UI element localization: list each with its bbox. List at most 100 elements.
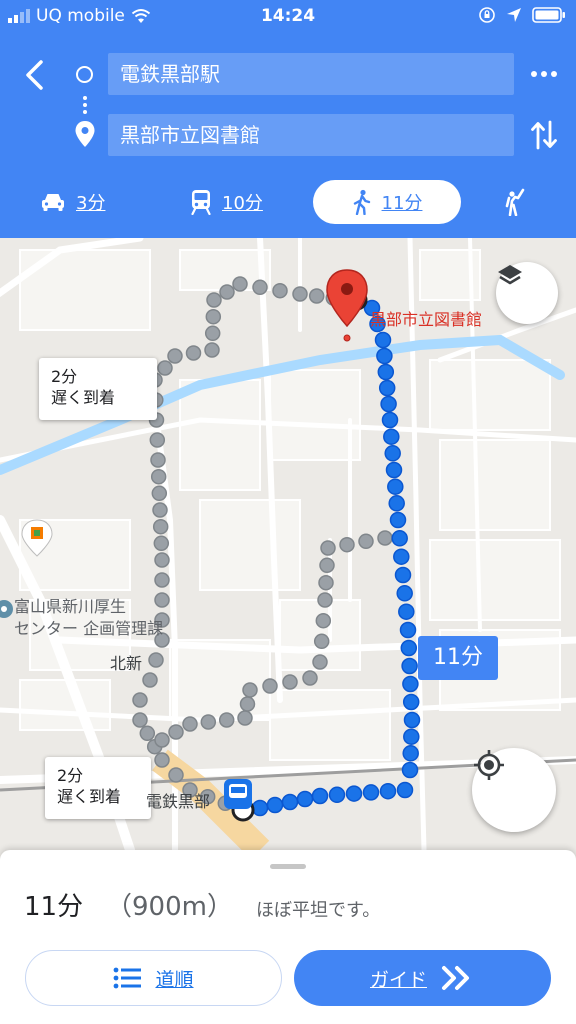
destination-map-label[interactable]: 黒部市立図書館	[370, 306, 482, 330]
route-dot	[399, 621, 417, 639]
list-icon	[114, 967, 142, 989]
map-view[interactable]: 2分 遅く到着 2分 遅く到着 11分 黒部市立図書館 富山県新川厚生 センター…	[0, 238, 576, 850]
route-dot	[296, 790, 314, 808]
route-dot	[380, 395, 397, 413]
steps-button-label: 道順	[155, 968, 194, 991]
route-dot	[154, 572, 170, 588]
back-arrow-icon[interactable]	[18, 58, 52, 92]
alternative-route-callout[interactable]: 2分 遅く到着	[39, 358, 157, 420]
hospital-map-label[interactable]: 富山県新川厚生 センター 企画管理課	[14, 596, 163, 640]
route-dot	[308, 288, 325, 304]
hospital-label-line1: 富山県新川厚生	[14, 597, 127, 616]
route-dot	[403, 711, 421, 729]
destination-pin-icon	[75, 121, 95, 147]
route-eta-badge[interactable]: 11分	[418, 636, 498, 680]
orientation-lock-icon	[479, 7, 495, 23]
more-options-icon[interactable]	[530, 68, 558, 80]
route-dot	[402, 693, 420, 711]
route-dot	[149, 432, 166, 448]
origin-input[interactable]: 電鉄黒部駅	[108, 53, 514, 95]
route-dot	[204, 325, 221, 342]
route-dot	[313, 633, 330, 650]
route-dot	[152, 502, 168, 518]
route-dot	[312, 654, 328, 670]
train-station-icon[interactable]	[224, 779, 252, 809]
origin-marker-icon	[76, 66, 93, 83]
route-dot	[376, 347, 393, 365]
route-dot	[154, 752, 170, 768]
directions-header: UQ mobile 14:24 電鉄黒部駅 黒部市立図書館 3分 10分 11分	[0, 0, 576, 238]
route-dot	[311, 787, 329, 805]
tab-ride-hailing[interactable]	[504, 180, 528, 224]
location-arrow-icon	[507, 8, 521, 22]
tab-walking[interactable]: 11分	[313, 180, 461, 224]
walking-time: 11分	[381, 193, 423, 214]
route-dot	[318, 574, 334, 591]
car-icon	[42, 194, 64, 211]
route-dot	[402, 745, 419, 762]
route-dot	[148, 652, 164, 668]
route-dot	[185, 345, 202, 361]
route-dot	[319, 557, 335, 574]
train-icon	[191, 190, 211, 215]
route-dot	[157, 360, 173, 376]
my-location-button[interactable]	[472, 748, 556, 832]
route-connector-dot	[83, 96, 87, 100]
route-connector-dot	[83, 103, 87, 107]
route-dot	[388, 495, 405, 512]
steps-button[interactable]: 道順	[25, 950, 282, 1006]
destination-input[interactable]: 黒部市立図書館	[108, 114, 514, 156]
route-dot	[402, 675, 419, 693]
route-dot	[400, 639, 418, 657]
tab-driving[interactable]: 3分	[40, 180, 105, 224]
travel-mode-tabs: 3分 10分 11分	[0, 176, 576, 230]
driving-time: 3分	[76, 193, 106, 214]
route-dot	[154, 552, 170, 568]
layers-icon	[498, 265, 522, 285]
route-dot	[374, 331, 392, 349]
route-dot	[252, 279, 268, 296]
summary-duration: 11分	[24, 892, 84, 922]
route-dot	[142, 672, 158, 688]
alternative-route-callout[interactable]: 2分 遅く到着	[45, 757, 151, 819]
route-connector-dot	[83, 110, 87, 114]
route-dot	[167, 348, 183, 364]
route-dot	[391, 530, 408, 547]
route-dot	[345, 785, 363, 802]
summary-terrain-note: ほぼ平坦です。	[256, 900, 381, 921]
route-dot	[168, 767, 184, 783]
route-dot	[378, 379, 396, 397]
route-dot	[317, 592, 333, 608]
callout-note: 遅く到着	[57, 787, 122, 806]
route-dot	[205, 308, 222, 325]
route-dot	[387, 478, 404, 495]
route-dot	[358, 533, 374, 550]
route-dot	[385, 461, 403, 479]
route-dot	[383, 428, 400, 445]
route-dot	[302, 670, 318, 686]
route-dot	[219, 284, 235, 300]
tab-transit[interactable]: 10分	[190, 180, 263, 224]
route-dot	[403, 728, 420, 745]
route-dot	[153, 535, 170, 552]
sheet-drag-handle[interactable]	[270, 864, 306, 869]
summary-distance: （900m）	[106, 892, 233, 922]
status-right	[478, 6, 566, 24]
map-layers-button[interactable]	[496, 262, 558, 324]
route-dot	[401, 657, 418, 675]
swap-locations-icon[interactable]	[530, 120, 558, 150]
station-map-label[interactable]: 電鉄黒部	[146, 788, 210, 812]
guide-button[interactable]: ガイド	[294, 950, 551, 1006]
route-dot	[152, 518, 169, 535]
route-dot	[396, 781, 414, 799]
route-dot	[206, 292, 222, 308]
callout-time: 2分	[57, 766, 84, 785]
route-summary-sheet[interactable]: 11分 （900m） ほぼ平坦です。 道順 ガイド	[0, 850, 576, 1024]
route-dot	[182, 716, 198, 732]
route-dot	[251, 799, 269, 817]
ride-hailing-icon	[505, 188, 525, 216]
route-dot	[379, 782, 397, 800]
guide-button-label: ガイド	[369, 968, 427, 991]
route-dot	[232, 276, 248, 292]
route-dot	[362, 784, 380, 801]
